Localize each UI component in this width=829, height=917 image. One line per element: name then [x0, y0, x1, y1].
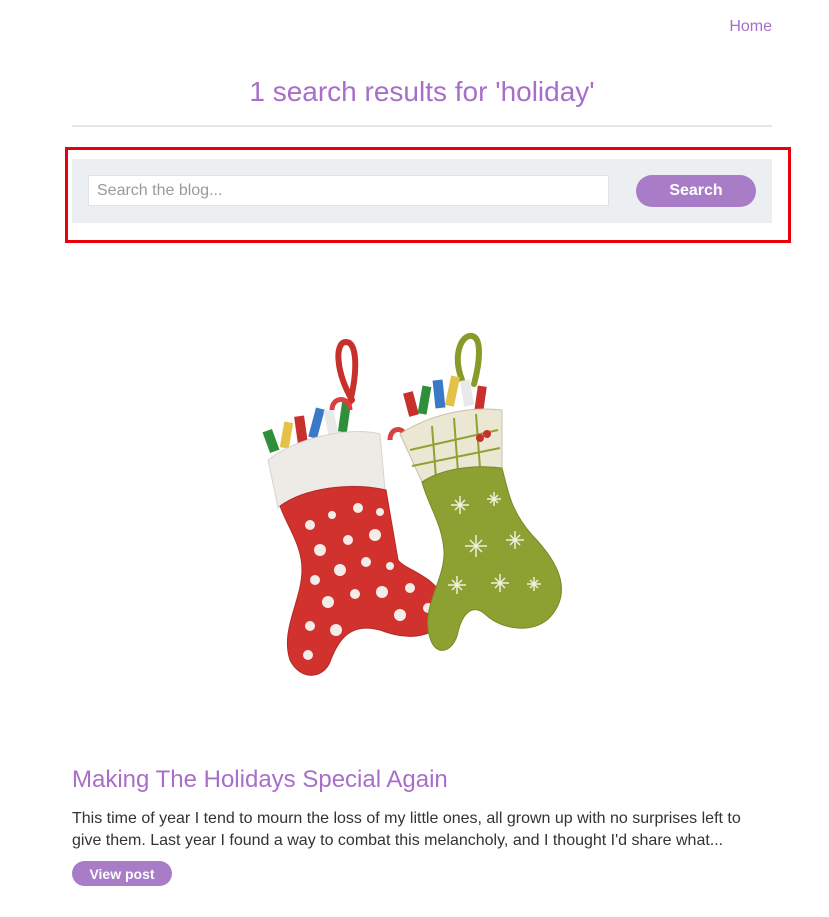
christmas-stockings-image [240, 330, 600, 690]
search-input[interactable] [88, 175, 609, 206]
home-link[interactable]: Home [729, 18, 772, 35]
search-form: Search [72, 159, 772, 223]
top-nav: Home [729, 18, 772, 36]
search-button[interactable]: Search [636, 175, 756, 207]
post-excerpt: This time of year I tend to mourn the lo… [72, 810, 741, 849]
page-title: 1 search results for 'holiday' [249, 76, 595, 107]
view-post-button[interactable]: View post [72, 861, 172, 886]
page: Home 1 search results for 'holiday' Sear… [0, 0, 829, 917]
post-title[interactable]: Making The Holidays Special Again [72, 766, 448, 794]
title-divider [72, 125, 772, 127]
